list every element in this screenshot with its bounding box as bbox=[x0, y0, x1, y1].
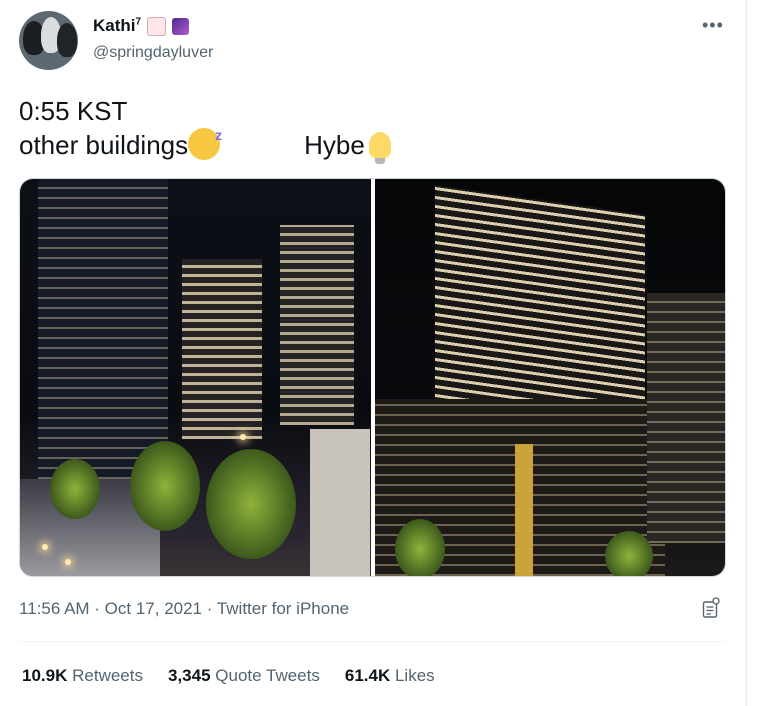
display-name[interactable]: Kathi7 bbox=[93, 16, 141, 36]
more-options-icon[interactable]: ••• bbox=[702, 15, 724, 36]
tree bbox=[604, 531, 653, 576]
photo-other-buildings[interactable] bbox=[20, 179, 371, 576]
quote-tweets-stat[interactable]: 3,345 Quote Tweets bbox=[168, 666, 320, 686]
tweet-stats: 10.9K Retweets 3,345 Quote Tweets 61.4K … bbox=[22, 666, 435, 686]
tweet-text-hybe: Hybe bbox=[304, 130, 365, 160]
tweet-media[interactable] bbox=[19, 178, 726, 577]
sleeping-face-emoji-icon bbox=[188, 118, 222, 160]
lg-building bbox=[646, 293, 725, 543]
tweet-line-2: other buildings Hybe bbox=[19, 118, 391, 164]
tower-middle bbox=[182, 259, 262, 439]
retweets-stat[interactable]: 10.9K Retweets bbox=[22, 666, 143, 686]
author-handle[interactable]: @springdayluver bbox=[93, 44, 213, 62]
light-bulb-emoji-icon bbox=[368, 132, 391, 164]
shop-building bbox=[310, 429, 370, 576]
photo-hybe[interactable] bbox=[374, 179, 725, 576]
tweet-line-1: 0:55 KST bbox=[19, 96, 128, 126]
divider bbox=[19, 641, 724, 642]
tweet-text: 0:55 KST other buildings Hybe bbox=[19, 94, 391, 164]
car-light bbox=[42, 544, 48, 550]
tree bbox=[206, 449, 296, 559]
tweet-timestamp[interactable]: 11:56 AM · Oct 17, 2021 · Twitter for iP… bbox=[19, 599, 349, 619]
tree bbox=[50, 459, 100, 519]
column-border bbox=[746, 0, 747, 706]
likes-stat[interactable]: 61.4K Likes bbox=[345, 666, 435, 686]
avatar[interactable] bbox=[19, 11, 78, 70]
street-light bbox=[240, 434, 246, 440]
tower-left bbox=[38, 179, 168, 479]
author-name-row[interactable]: Kathi7 bbox=[93, 16, 190, 36]
tower-right bbox=[280, 225, 354, 425]
tree bbox=[130, 441, 200, 531]
hybe-pillar bbox=[514, 444, 533, 576]
car-light bbox=[65, 559, 71, 565]
avatar-figure-right bbox=[57, 23, 77, 57]
analytics-icon[interactable] bbox=[702, 597, 720, 619]
tweet-text-other-buildings: other buildings bbox=[19, 130, 189, 160]
night-sky-emoji-icon bbox=[172, 17, 190, 35]
tree bbox=[394, 519, 445, 576]
woman-emoji-icon bbox=[147, 16, 167, 36]
